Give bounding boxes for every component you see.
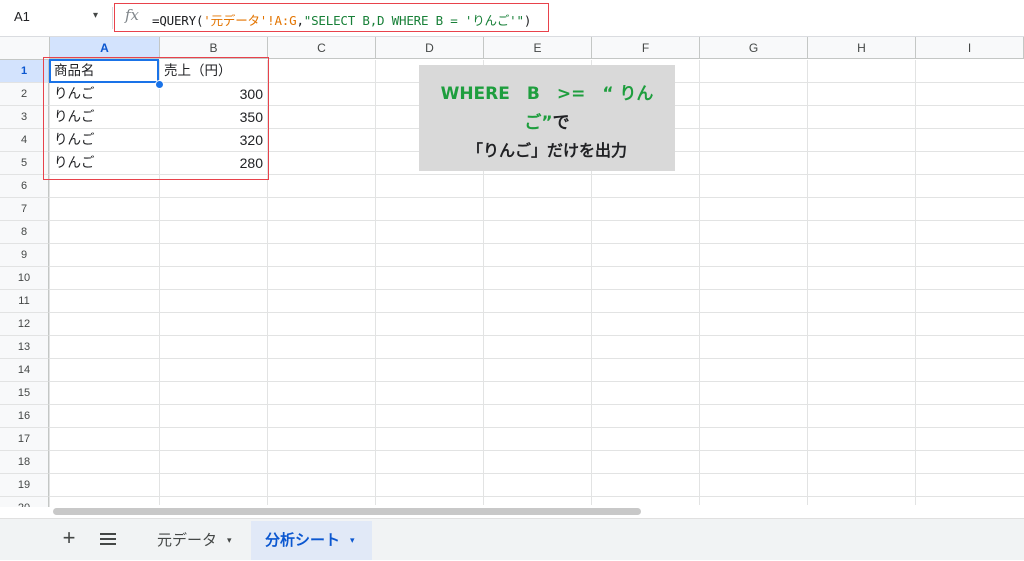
column-header-a[interactable]: A <box>50 37 160 59</box>
column-header-c[interactable]: C <box>268 37 376 59</box>
row-header-17[interactable]: 17 <box>0 428 49 451</box>
row-header-19[interactable]: 19 <box>0 474 49 497</box>
spreadsheet-grid: A B C D E F G H I 1 2 3 4 5 6 7 8 9 10 1… <box>0 37 1024 507</box>
chevron-down-icon[interactable]: ▾ <box>350 536 355 546</box>
row-header-2[interactable]: 2 <box>0 83 49 106</box>
row-header-3[interactable]: 3 <box>0 106 49 129</box>
row-header-12[interactable]: 12 <box>0 313 49 336</box>
column-header-h[interactable]: H <box>808 37 916 59</box>
row-header-11[interactable]: 11 <box>0 290 49 313</box>
column-header-f[interactable]: F <box>592 37 700 59</box>
grid-line <box>699 60 700 507</box>
grid-line <box>915 60 916 507</box>
row-header-15[interactable]: 15 <box>0 382 49 405</box>
all-sheets-menu-icon[interactable] <box>100 533 118 545</box>
row-header-8[interactable]: 8 <box>0 221 49 244</box>
menu-line <box>100 533 116 535</box>
chevron-down-icon[interactable]: ▾ <box>93 10 98 21</box>
row-header-4[interactable]: 4 <box>0 129 49 152</box>
callout-line-2: ご”で <box>419 108 675 133</box>
row-header-13[interactable]: 13 <box>0 336 49 359</box>
row-header-7[interactable]: 7 <box>0 198 49 221</box>
sheet-tab-analysis[interactable]: 分析シート ▾ <box>251 521 372 560</box>
formula-bar-divider <box>112 7 113 29</box>
column-header-g[interactable]: G <box>700 37 808 59</box>
row-header-20[interactable]: 20 <box>0 497 49 507</box>
callout-line-1: WHERE B >= “ りん <box>440 84 654 104</box>
column-header-e[interactable]: E <box>484 37 592 59</box>
callout-line-2-green: ご” <box>524 113 553 133</box>
menu-line <box>100 538 116 540</box>
formula-bar: A1 ▾ fx =QUERY('元データ'!A:G,"SELECT B,D WH… <box>0 0 1024 37</box>
row-header-5[interactable]: 5 <box>0 152 49 175</box>
row-header-6[interactable]: 6 <box>0 175 49 198</box>
row-header-14[interactable]: 14 <box>0 359 49 382</box>
column-header-d[interactable]: D <box>376 37 484 59</box>
name-box[interactable]: A1 <box>14 9 30 24</box>
row-header-10[interactable]: 10 <box>0 267 49 290</box>
column-header-i[interactable]: I <box>916 37 1024 59</box>
row-header-16[interactable]: 16 <box>0 405 49 428</box>
grid-line <box>807 60 808 507</box>
sheet-tab-bar: + 元データ ▾ 分析シート ▾ <box>0 518 1024 560</box>
explanation-callout: WHERE B >= “ りん ご”で 「りんご」だけを出力 <box>419 65 675 171</box>
chevron-down-icon[interactable]: ▾ <box>227 536 232 546</box>
menu-line <box>100 543 116 545</box>
callout-line-2-suffix: で <box>552 113 570 133</box>
sheet-tab-source-data[interactable]: 元データ ▾ <box>143 521 249 560</box>
horizontal-scrollbar-thumb[interactable] <box>53 508 641 515</box>
result-highlight-box <box>43 57 269 180</box>
sheet-tab-label: 分析シート <box>265 531 341 549</box>
row-header-1[interactable]: 1 <box>0 60 49 83</box>
sheet-tab-label: 元データ <box>157 531 218 549</box>
formula-highlight-box <box>114 3 549 32</box>
row-header-9[interactable]: 9 <box>0 244 49 267</box>
add-sheet-icon[interactable]: + <box>59 525 79 551</box>
callout-line-3: 「りんご」だけを出力 <box>466 141 627 160</box>
grid-line <box>375 60 376 507</box>
column-header-b[interactable]: B <box>160 37 268 59</box>
row-header-18[interactable]: 18 <box>0 451 49 474</box>
